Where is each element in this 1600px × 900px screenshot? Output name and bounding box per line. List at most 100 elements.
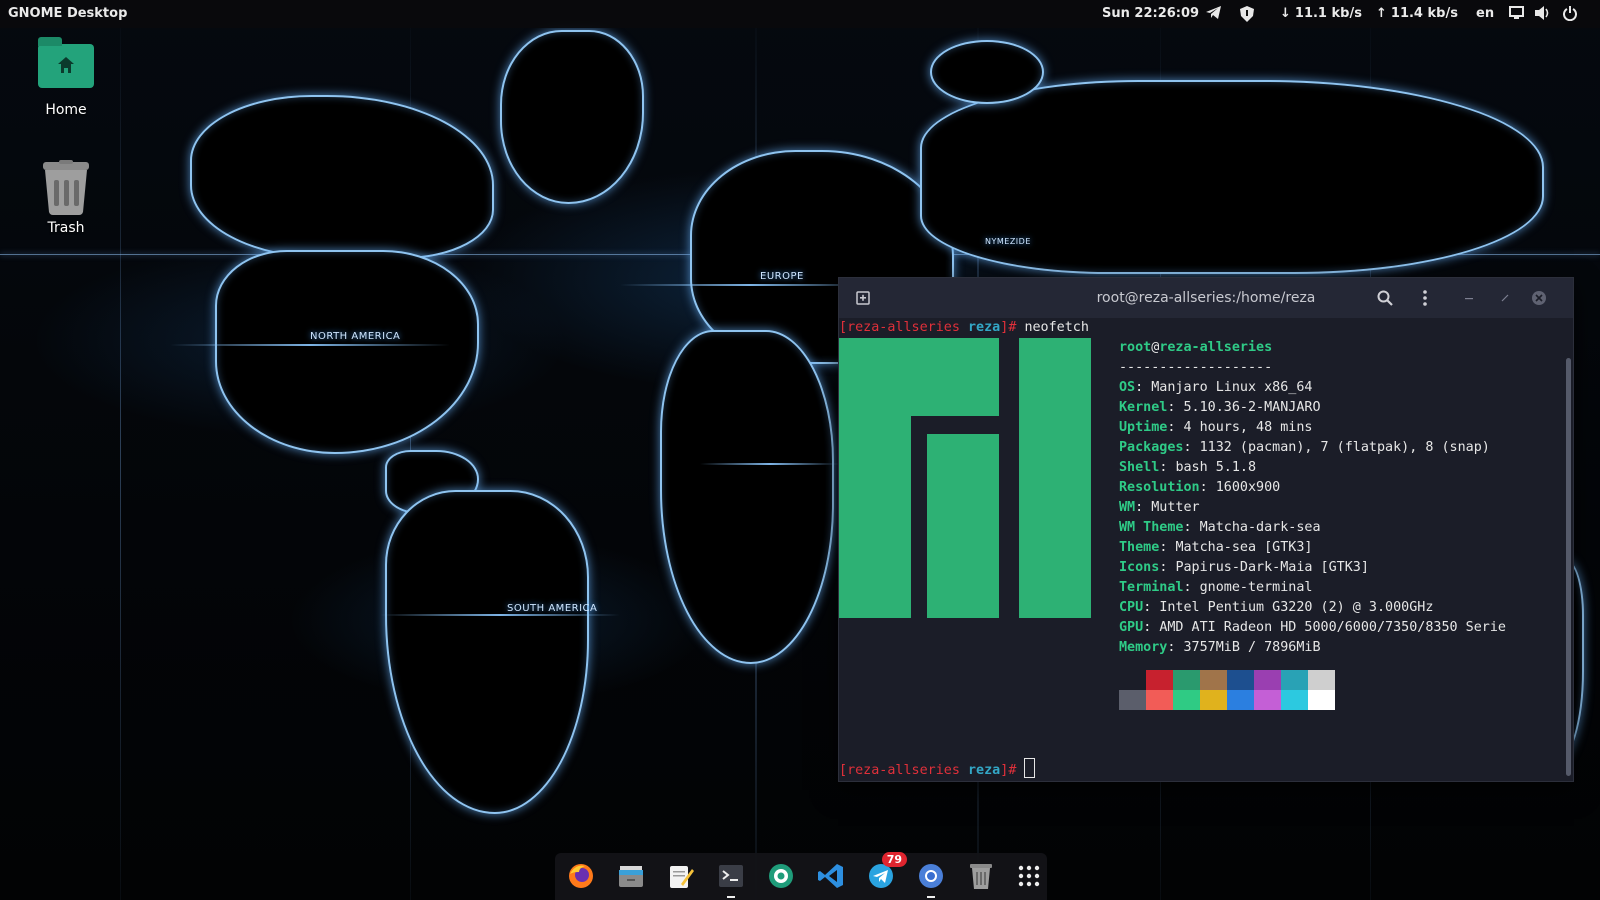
info-key: Memory xyxy=(1119,640,1168,655)
color-swatch xyxy=(1254,670,1281,690)
display-tray-icon[interactable] xyxy=(1509,6,1524,20)
info-line: GPU: AMD ATI Radeon HD 5000/6000/7350/83… xyxy=(1119,620,1506,635)
info-value: Matcha-dark-sea xyxy=(1199,520,1321,535)
running-indicator xyxy=(927,896,935,898)
color-swatch xyxy=(1146,670,1173,690)
color-swatch xyxy=(1173,690,1200,710)
keyboard-layout-indicator[interactable]: en xyxy=(1476,6,1494,21)
new-tab-icon[interactable] xyxy=(853,288,873,308)
terminal-header-bar[interactable]: root@reza-allseries:/home/reza xyxy=(839,278,1573,318)
host-name: reza-allseries xyxy=(1159,340,1273,355)
app-grid-icon[interactable] xyxy=(1013,860,1045,892)
color-swatch xyxy=(1146,690,1173,710)
color-swatch xyxy=(1227,690,1254,710)
arrow-up-icon: ↑ xyxy=(1376,6,1387,21)
firefox-icon[interactable] xyxy=(565,860,597,892)
grid-line xyxy=(120,0,121,900)
prompt-symbol: # xyxy=(1008,320,1017,335)
terminal-body[interactable]: [reza-allseries reza]# neofetch root@rez… xyxy=(839,318,1561,781)
info-key: Kernel xyxy=(1119,400,1168,415)
map-label-south-america: SOUTH AMERICA xyxy=(507,603,598,614)
info-line: WM: Mutter xyxy=(1119,500,1200,515)
close-icon[interactable] xyxy=(1529,288,1549,308)
minimize-icon[interactable] xyxy=(1459,288,1479,308)
manjaro-logo-right xyxy=(1019,338,1091,618)
prompt-line: [reza-allseries reza]# neofetch xyxy=(839,320,1089,335)
continent-greenland xyxy=(500,30,644,204)
net-down-indicator[interactable]: ↓ 11.1 kb/s xyxy=(1280,6,1362,21)
files-icon[interactable] xyxy=(615,860,647,892)
vscode-icon[interactable] xyxy=(815,860,847,892)
manjaro-logo-middle xyxy=(927,434,999,618)
color-swatch xyxy=(1119,670,1146,690)
continent-north-america xyxy=(215,250,479,454)
volume-icon[interactable] xyxy=(1535,6,1551,20)
desktop-icon-home[interactable]: Home xyxy=(21,37,111,118)
info-line: Shell: bash 5.1.8 xyxy=(1119,460,1257,475)
color-swatch xyxy=(1308,690,1335,710)
prompt-dir: reza xyxy=(968,320,1001,335)
color-swatch xyxy=(1308,670,1335,690)
telegram-icon[interactable]: 79 xyxy=(865,852,907,892)
desktop-icon-label: Home xyxy=(45,102,87,118)
info-value: Intel Pentium G3220 (2) @ 3.000GHz xyxy=(1159,600,1434,615)
info-line: Icons: Papirus-Dark-Maia [GTK3] xyxy=(1119,560,1369,575)
maximize-icon[interactable] xyxy=(1495,288,1515,308)
menu-icon[interactable] xyxy=(1415,288,1435,308)
map-label-nymezide: NYMEZIDE xyxy=(985,237,1031,246)
terminal-scrollbar[interactable] xyxy=(1566,358,1571,776)
separator-line: ------------------- xyxy=(1119,360,1273,375)
camera-app-icon[interactable] xyxy=(765,860,797,892)
terminal-title: root@reza-allseries:/home/reza xyxy=(1096,290,1316,306)
light-flare xyxy=(380,614,620,616)
map-label-north-america: NORTH AMERICA xyxy=(310,331,401,342)
user-host-line: root@reza-allseries xyxy=(1119,338,1272,358)
chromium-icon[interactable] xyxy=(915,860,947,898)
net-up-indicator[interactable]: ↑ 11.4 kb/s xyxy=(1376,6,1458,21)
continent-africa xyxy=(660,330,834,664)
home-folder-icon xyxy=(38,37,94,88)
text-editor-icon[interactable] xyxy=(665,860,697,892)
info-line: CPU: Intel Pentium G3220 (2) @ 3.000GHz xyxy=(1119,600,1434,615)
light-flare xyxy=(700,463,840,465)
command-text: neofetch xyxy=(1024,320,1089,335)
info-key: OS xyxy=(1119,380,1136,395)
trash-icon xyxy=(39,160,93,216)
map-label-europe: EUROPE xyxy=(760,271,804,282)
info-key: Packages xyxy=(1119,440,1184,455)
net-up-value: 11.4 kb/s xyxy=(1390,6,1458,21)
info-value: AMD ATI Radeon HD 5000/6000/7350/8350 Se… xyxy=(1159,620,1506,635)
info-value: Mutter xyxy=(1151,500,1200,515)
terminal-icon[interactable] xyxy=(715,860,747,898)
info-value: bash 5.1.8 xyxy=(1175,460,1257,475)
info-key: WM Theme xyxy=(1119,520,1184,535)
clock[interactable]: Sun 22:26:09 xyxy=(1102,6,1199,21)
info-line: Memory: 3757MiB / 7896MiB xyxy=(1119,640,1321,655)
prompt-host: reza-allseries xyxy=(847,320,960,335)
search-icon[interactable] xyxy=(1375,288,1395,308)
telegram-tray-icon[interactable] xyxy=(1206,6,1222,20)
info-value: Matcha-sea [GTK3] xyxy=(1175,540,1313,555)
terminal-window[interactable]: root@reza-allseries:/home/reza [reza-all… xyxy=(838,277,1574,782)
color-swatch xyxy=(1281,690,1308,710)
shield-tray-icon[interactable] xyxy=(1240,6,1254,22)
power-icon[interactable] xyxy=(1563,6,1577,21)
info-key: GPU xyxy=(1119,620,1144,635)
desktop-icon-trash[interactable]: Trash xyxy=(21,160,111,236)
continent-arctic-island xyxy=(930,40,1044,104)
top-bar: GNOME Desktop Sun 22:26:09 ↓ 11.1 kb/s ↑… xyxy=(0,0,1600,28)
trash-dock-icon[interactable] xyxy=(965,860,997,892)
prompt-line: [reza-allseries reza]# xyxy=(839,758,1036,781)
dock: 79 xyxy=(555,852,1047,900)
text-cursor xyxy=(1024,758,1036,778)
info-key: Terminal xyxy=(1119,580,1184,595)
activities-button[interactable]: GNOME Desktop xyxy=(8,6,127,21)
info-key: CPU xyxy=(1119,600,1144,615)
info-value: gnome-terminal xyxy=(1199,580,1313,595)
color-swatch xyxy=(1200,670,1227,690)
color-swatch xyxy=(1200,690,1227,710)
info-line: Theme: Matcha-sea [GTK3] xyxy=(1119,540,1313,555)
info-value: 4 hours, 48 mins xyxy=(1183,420,1313,435)
manjaro-logo-left xyxy=(839,338,911,618)
user-name: root xyxy=(1119,340,1152,355)
